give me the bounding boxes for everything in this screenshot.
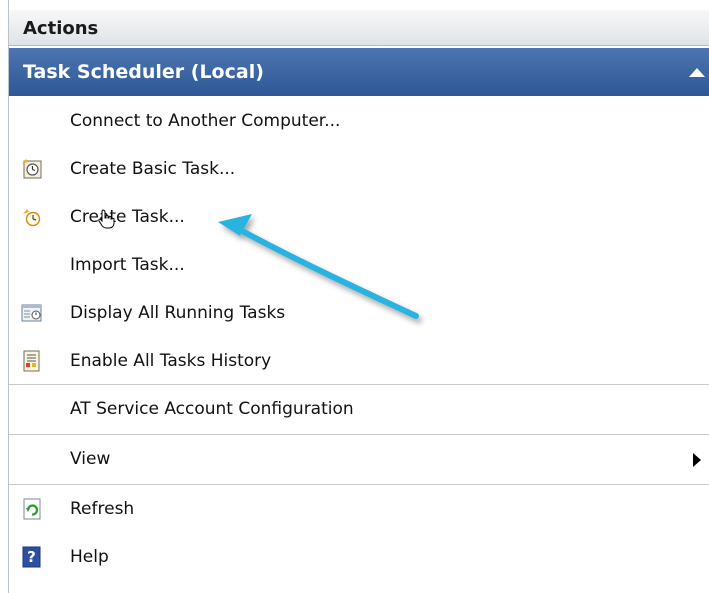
refresh-icon — [21, 498, 43, 520]
refresh-item[interactable]: Refresh — [9, 486, 709, 534]
menu-item-label: Enable All Tasks History — [70, 351, 272, 371]
view-item[interactable]: View — [9, 436, 709, 484]
connect-to-another-computer-item[interactable]: Connect to Another Computer... — [9, 98, 709, 146]
basic-task-icon — [21, 158, 43, 180]
display-all-running-tasks-item[interactable]: Display All Running Tasks — [9, 290, 709, 338]
help-item[interactable]: ? Help — [9, 534, 709, 582]
menu-item-label: Create Basic Task... — [70, 159, 236, 179]
menu-item-label: Import Task... — [70, 255, 185, 275]
at-service-account-configuration-item[interactable]: AT Service Account Configuration — [9, 386, 709, 434]
actions-pane-title: Actions — [23, 18, 99, 39]
menu-separator — [9, 484, 709, 485]
menu-separator — [9, 434, 709, 435]
menu-item-label: Create Task... — [70, 207, 185, 227]
help-icon: ? — [21, 546, 43, 568]
running-tasks-icon — [21, 302, 43, 324]
task-scheduler-section-header[interactable]: Task Scheduler (Local) — [9, 48, 709, 96]
create-basic-task-item[interactable]: Create Basic Task... — [9, 146, 709, 194]
task-history-icon — [21, 350, 43, 372]
collapse-arrow-icon[interactable] — [689, 68, 705, 77]
menu-item-label: Help — [70, 547, 109, 567]
menu-separator — [9, 384, 709, 385]
import-task-item[interactable]: Import Task... — [9, 242, 709, 290]
menu-item-label: Connect to Another Computer... — [70, 111, 341, 131]
actions-panel: Actions Task Scheduler (Local) Connect t… — [0, 0, 709, 593]
enable-all-tasks-history-item[interactable]: Enable All Tasks History — [9, 338, 709, 386]
menu-item-label: AT Service Account Configuration — [70, 399, 354, 419]
menu-item-label: View — [70, 449, 111, 469]
menu-item-label: Refresh — [70, 499, 135, 519]
section-title: Task Scheduler (Local) — [23, 61, 264, 83]
menu-item-label: Display All Running Tasks — [70, 303, 286, 323]
submenu-arrow-icon — [693, 453, 701, 467]
actions-pane-header: Actions — [9, 10, 709, 46]
svg-text:?: ? — [27, 548, 36, 566]
hand-cursor-icon — [98, 209, 115, 229]
create-task-icon — [21, 206, 43, 228]
